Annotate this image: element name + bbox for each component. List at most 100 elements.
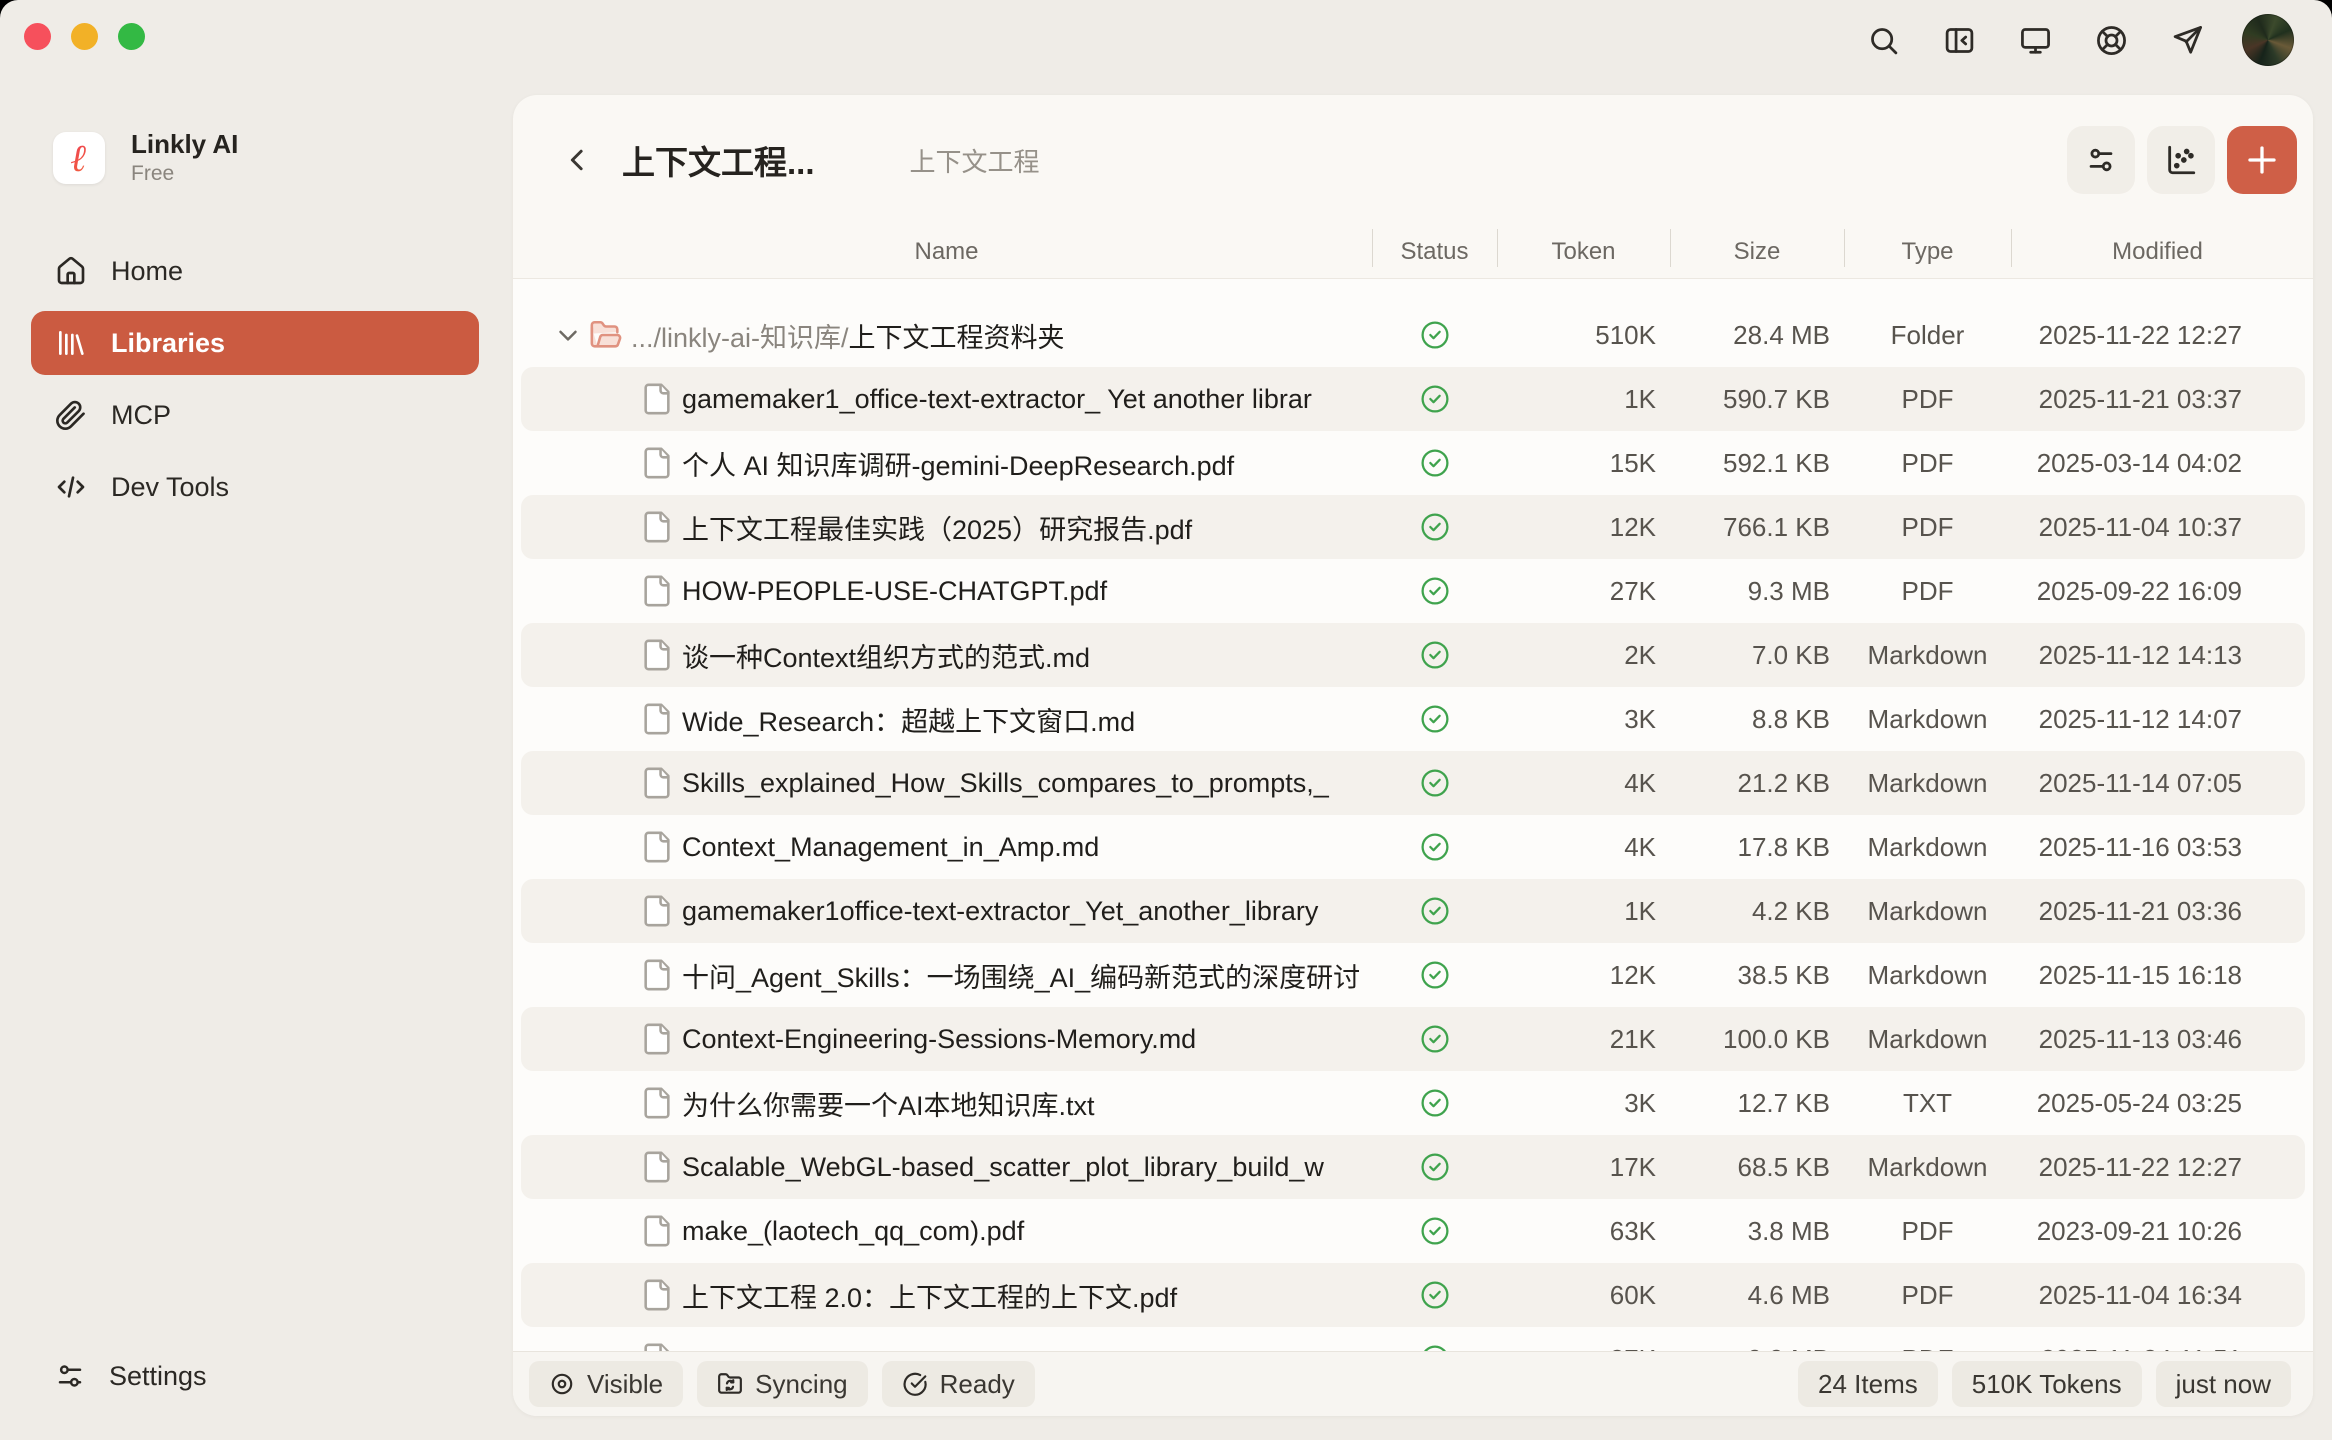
row-indent xyxy=(521,638,682,672)
status-synced-icon xyxy=(1419,1279,1451,1311)
table-row[interactable]: gamemaker1_office-text-extractor_ Yet an… xyxy=(521,367,2305,431)
ready-chip[interactable]: Ready xyxy=(882,1361,1035,1407)
row-indent xyxy=(521,1086,682,1120)
status-synced-icon xyxy=(1419,959,1451,991)
type-cell: PDF xyxy=(1844,512,2011,543)
column-size[interactable]: Size xyxy=(1670,238,1844,266)
column-status[interactable]: Status xyxy=(1372,238,1497,266)
modified-cell: 2025-11-16 03:53 xyxy=(2011,832,2304,863)
filter-settings-button[interactable] xyxy=(2067,126,2135,194)
sliders-icon xyxy=(2084,143,2118,177)
status-cell xyxy=(1372,1023,1497,1055)
last-sync-chip[interactable]: just now xyxy=(2156,1361,2291,1407)
file-icon xyxy=(640,1278,674,1312)
type-cell: PDF xyxy=(1844,1344,2011,1352)
sidebar-item-settings[interactable]: Settings xyxy=(31,1344,503,1408)
column-divider xyxy=(2011,229,2012,267)
table-row[interactable]: HOW-PEOPLE-USE-CHATGPT.pdf 27K 9.3 MB PD… xyxy=(521,559,2305,623)
table-header: Name Status Token Size Type Modified xyxy=(521,225,2305,278)
table-row[interactable]: 十问_Agent_Skills：一场围绕_AI_编码新范式的深度研讨 12K 3… xyxy=(521,943,2305,1007)
sidebar-item-libraries[interactable]: Libraries xyxy=(31,311,479,375)
file-name-cell: gamemaker1_office-text-extractor_ Yet an… xyxy=(521,382,1372,416)
file-icon xyxy=(640,1022,674,1056)
file-name-cell: 为什么你需要一个AI本地知识库.txt xyxy=(521,1084,1372,1123)
status-cell xyxy=(1372,703,1497,735)
status-cell xyxy=(1372,1279,1497,1311)
table-row[interactable]: 27K 9.9 MB PDF 2025-11-24 11:51 xyxy=(521,1327,2305,1351)
row-indent xyxy=(521,510,682,544)
table-row[interactable]: Context_Management_in_Amp.md 4K 17.8 KB … xyxy=(521,815,2305,879)
search-icon[interactable] xyxy=(1862,19,1904,61)
back-button[interactable] xyxy=(556,138,600,182)
column-modified[interactable]: Modified xyxy=(2011,238,2304,266)
status-synced-icon xyxy=(1419,1215,1451,1247)
table-row[interactable]: Skills_explained_How_Skills_compares_to_… xyxy=(521,751,2305,815)
token-cell: 21K xyxy=(1497,1024,1670,1055)
modified-cell: 2025-03-14 04:02 xyxy=(2011,448,2304,479)
brand-plan-badge: Free xyxy=(131,162,238,186)
visible-chip[interactable]: Visible xyxy=(529,1361,683,1407)
avatar[interactable] xyxy=(2242,14,2294,66)
column-token[interactable]: Token xyxy=(1497,238,1670,266)
sidebar-item-home[interactable]: Home xyxy=(31,239,479,303)
table-row[interactable]: gamemaker1office-text-extractor_Yet_anot… xyxy=(521,879,2305,943)
settings-label: Settings xyxy=(109,1361,207,1392)
table-row[interactable]: 上下文工程 2.0：上下文工程的上下文.pdf 60K 4.6 MB PDF 2… xyxy=(521,1263,2305,1327)
items-count-chip[interactable]: 24 Items xyxy=(1798,1361,1938,1407)
tokens-count-chip[interactable]: 510K Tokens xyxy=(1952,1361,2142,1407)
monitor-icon[interactable] xyxy=(2014,19,2056,61)
scatter-view-button[interactable] xyxy=(2147,126,2215,194)
table-row[interactable]: Context-Engineering-Sessions-Memory.md 2… xyxy=(521,1007,2305,1071)
code-icon xyxy=(55,471,87,503)
table-row[interactable]: .../linkly-ai-知识库/ 上下文工程资料夹 510K 28.4 MB… xyxy=(521,303,2305,367)
file-icon xyxy=(640,830,674,864)
size-cell: 17.8 KB xyxy=(1670,832,1844,863)
file-icon xyxy=(640,1086,674,1120)
modified-cell: 2025-11-22 12:27 xyxy=(2011,1152,2304,1183)
table-row[interactable]: 谈一种Context组织方式的范式.md 2K 7.0 KB Markdown … xyxy=(521,623,2305,687)
row-indent xyxy=(521,766,682,800)
home-icon xyxy=(55,255,87,287)
file-name-cell: 上下文工程最佳实践（2025）研究报告.pdf xyxy=(521,508,1372,547)
size-cell: 38.5 KB xyxy=(1670,960,1844,991)
token-cell: 4K xyxy=(1497,768,1670,799)
table-row[interactable]: Scalable_WebGL-based_scatter_plot_librar… xyxy=(521,1135,2305,1199)
syncing-chip[interactable]: Syncing xyxy=(697,1361,868,1407)
column-name[interactable]: Name xyxy=(521,238,1372,266)
file-name: Context_Management_in_Amp.md xyxy=(682,832,1099,863)
row-indent xyxy=(521,958,682,992)
size-cell: 4.6 MB xyxy=(1670,1280,1844,1311)
send-icon[interactable] xyxy=(2166,19,2208,61)
file-icon xyxy=(640,1150,674,1184)
file-name-cell: Scalable_WebGL-based_scatter_plot_librar… xyxy=(521,1150,1372,1184)
table-row[interactable]: 上下文工程最佳实践（2025）研究报告.pdf 12K 766.1 KB PDF… xyxy=(521,495,2305,559)
table-row[interactable]: make_(laotech_qq_com).pdf 63K 3.8 MB PDF… xyxy=(521,1199,2305,1263)
status-synced-icon xyxy=(1419,895,1451,927)
size-cell: 592.1 KB xyxy=(1670,448,1844,479)
settings-sliders-icon xyxy=(55,1361,85,1391)
table-row[interactable]: 为什么你需要一个AI本地知识库.txt 3K 12.7 KB TXT 2025-… xyxy=(521,1071,2305,1135)
sidebar-item-mcp[interactable]: MCP xyxy=(31,383,479,447)
file-name: 上下文工程最佳实践（2025）研究报告.pdf xyxy=(682,508,1192,547)
sidebar-item-dev-tools[interactable]: Dev Tools xyxy=(31,455,479,519)
size-cell: 9.9 MB xyxy=(1670,1344,1844,1352)
column-divider xyxy=(1670,229,1671,267)
panel-left-icon[interactable] xyxy=(1938,19,1980,61)
type-cell: TXT xyxy=(1844,1088,2011,1119)
file-name-cell: HOW-PEOPLE-USE-CHATGPT.pdf xyxy=(521,574,1372,608)
column-type[interactable]: Type xyxy=(1844,238,2011,266)
token-cell: 3K xyxy=(1497,704,1670,735)
add-button[interactable] xyxy=(2227,126,2297,194)
topbar xyxy=(1862,14,2294,66)
chevron-down-icon[interactable] xyxy=(553,320,583,350)
token-cell: 60K xyxy=(1497,1280,1670,1311)
page-title: 上下文工程... xyxy=(622,136,815,184)
file-name-cell: 个人 AI 知识库调研-gemini-DeepResearch.pdf xyxy=(521,444,1372,483)
modified-cell: 2025-05-24 03:25 xyxy=(2011,1088,2304,1119)
life-buoy-icon[interactable] xyxy=(2090,19,2132,61)
table-row[interactable]: 个人 AI 知识库调研-gemini-DeepResearch.pdf 15K … xyxy=(521,431,2305,495)
file-icon xyxy=(640,1214,674,1248)
type-cell: PDF xyxy=(1844,1216,2011,1247)
table-row[interactable]: Wide_Research：超越上下文窗口.md 3K 8.8 KB Markd… xyxy=(521,687,2305,751)
file-name: Skills_explained_How_Skills_compares_to_… xyxy=(682,768,1329,799)
